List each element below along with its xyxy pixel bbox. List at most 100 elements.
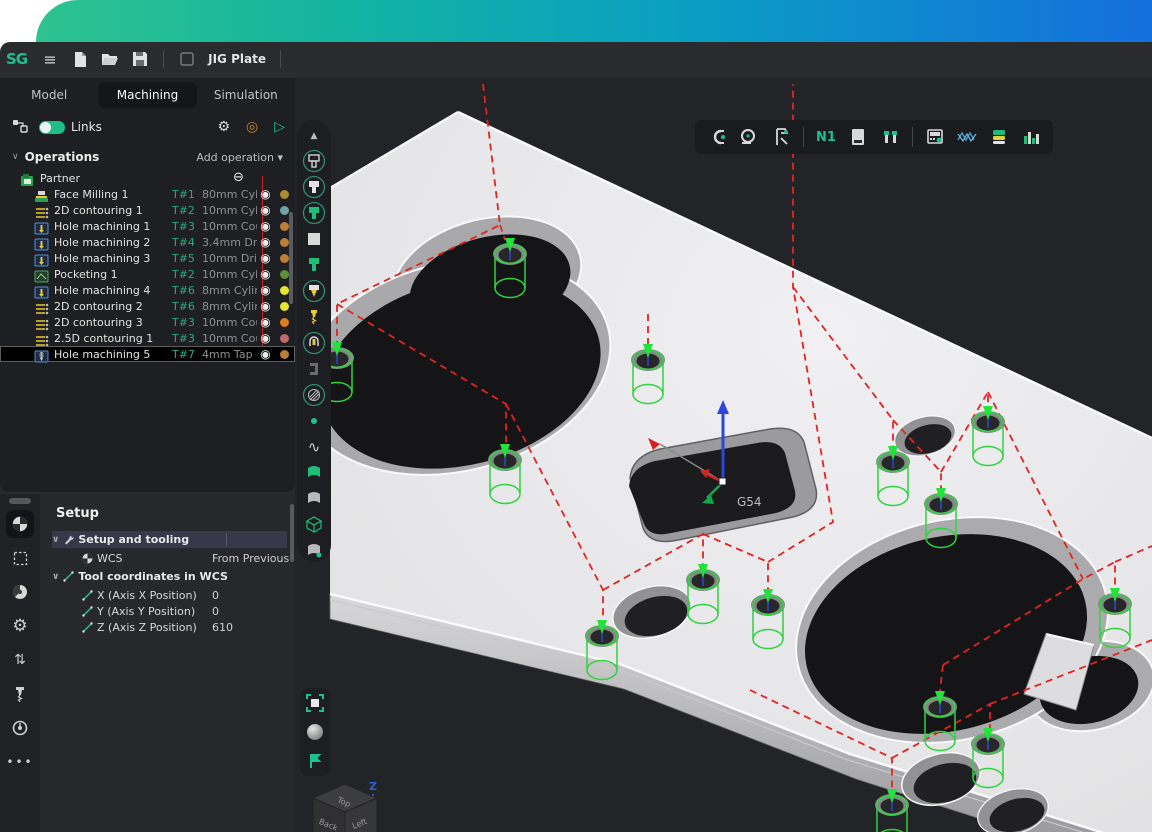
caliper-icon[interactable] — [767, 124, 795, 150]
setup-property-row[interactable]: WCS From Previous — [40, 550, 295, 566]
property-value[interactable]: From Previous — [212, 552, 289, 565]
setup-property-row[interactable]: Z (Axis Z Position)610 — [40, 619, 295, 635]
flag-marker-icon[interactable] — [302, 749, 328, 774]
tool-green-small-icon[interactable] — [301, 253, 327, 277]
operation-row[interactable]: Hole machining 1T#310mm Countersi◉ — [0, 218, 295, 234]
run-simulation-icon[interactable]: ▷ — [274, 119, 285, 135]
drill-small-icon[interactable] — [301, 305, 327, 329]
setup-scrollbar[interactable] — [290, 504, 294, 562]
operation-visibility-radio[interactable]: ◉ — [257, 316, 274, 328]
stock-square-icon[interactable] — [301, 227, 327, 251]
open-file-button[interactable] — [95, 47, 125, 71]
save-button[interactable] — [125, 47, 155, 71]
main-menu-button[interactable]: ≡ — [35, 47, 65, 71]
operation-visibility-radio[interactable]: ◉ — [257, 220, 274, 232]
setup-property-row[interactable]: Y (Axis Y Position)0 — [40, 603, 295, 619]
sphere-view-icon[interactable] — [302, 719, 328, 744]
tool-position-marker[interactable] — [875, 789, 909, 832]
operation-row[interactable]: Pocketing 1T#210mm Cylindrica◉ — [0, 266, 295, 282]
scroll-up-icon[interactable]: ▲ — [301, 124, 327, 147]
operation-visibility-radio[interactable]: ◉ — [257, 300, 274, 312]
setup-group-header[interactable]: ∨Tool coordinates in WCS — [52, 568, 287, 585]
operation-color-dot — [280, 302, 289, 311]
property-label: WCS — [97, 552, 123, 565]
measure-tape-icon[interactable] — [735, 124, 763, 150]
surface-gray-icon[interactable] — [301, 486, 327, 510]
patch-dot-icon[interactable] — [301, 538, 327, 562]
drill-tool-icon[interactable] — [6, 680, 34, 708]
links-graph-icon — [12, 118, 29, 137]
wcs-datum-icon[interactable] — [6, 510, 34, 538]
gcode-n1-icon[interactable]: N1 — [812, 124, 840, 150]
tool-holder-icon[interactable] — [301, 331, 327, 355]
operation-row[interactable]: Hole machining 5T#74mm Tap◉ — [0, 346, 295, 362]
operation-visibility-radio[interactable]: ◉ — [257, 252, 274, 264]
layer-stack-icon[interactable] — [985, 124, 1013, 150]
operation-visibility-radio[interactable]: ◉ — [257, 204, 274, 216]
toolpath-wave-icon[interactable] — [953, 124, 981, 150]
control-panel-icon[interactable] — [921, 124, 949, 150]
setup-property-row[interactable]: X (Axis X Position)0 — [40, 587, 295, 603]
tool-countersink-icon[interactable] — [301, 279, 327, 303]
surface-green-icon[interactable] — [301, 460, 327, 484]
recalc-icon[interactable]: ◎ — [246, 119, 258, 135]
group-visibility-badge[interactable]: ⊖ — [230, 172, 247, 184]
viewport-toolstrip: ▲∿ — [297, 120, 331, 562]
point-dot-icon[interactable] — [301, 409, 327, 433]
operation-visibility-radio[interactable]: ◉ — [257, 332, 274, 344]
operation-visibility-radio[interactable]: ◉ — [257, 348, 274, 360]
operation-visibility-radio[interactable]: ◉ — [257, 236, 274, 248]
disc-tool-icon[interactable] — [6, 578, 34, 606]
view-cube[interactable]: Top Back Left Z Y — [305, 780, 377, 832]
settings-gear-icon[interactable]: ⚙ — [6, 612, 34, 640]
add-operation-button[interactable]: Add operation ▾ — [196, 151, 283, 164]
contour-operation-icon — [34, 332, 49, 345]
operation-name: Face Milling 1 — [54, 188, 172, 201]
selection-region-icon[interactable] — [6, 544, 34, 572]
operation-row[interactable]: 2D contouring 1T#210mm Cylindrica◉ — [0, 202, 295, 218]
operations-settings-gear-icon[interactable]: ⚙ — [217, 119, 230, 135]
operation-row[interactable]: 2.5D contouring 1T#310mm Countersi◉ — [0, 330, 295, 346]
setup-group-header[interactable]: ∨Setup and tooling — [52, 531, 287, 548]
hatch-circle-icon[interactable] — [301, 383, 327, 407]
tool-outline-icon[interactable] — [301, 149, 327, 173]
property-value[interactable]: 0 — [212, 605, 219, 618]
new-file-button[interactable] — [65, 47, 95, 71]
property-value[interactable]: 610 — [212, 621, 233, 634]
operation-row[interactable]: Hole machining 3T#510mm Drill◉ — [0, 250, 295, 266]
page-icon[interactable] — [844, 124, 872, 150]
dock-handle[interactable] — [9, 498, 31, 504]
operations-scrollbar[interactable] — [289, 212, 293, 304]
bracket-icon[interactable] — [301, 357, 327, 381]
operation-row[interactable]: Face Milling 1T#180mm Cylindrica◉ — [0, 186, 295, 202]
tool-pair-icon[interactable] — [876, 124, 904, 150]
operation-row[interactable]: 2D contouring 3T#310mm Countersi◉ — [0, 314, 295, 330]
app-logo[interactable]: SG — [6, 50, 27, 68]
magnet-icon[interactable] — [703, 124, 731, 150]
curve-wave-icon[interactable]: ∿ — [301, 435, 327, 458]
property-value[interactable]: 0 — [212, 589, 219, 602]
operation-row[interactable]: Hole machining 2T#43.4mm Drill◉ — [0, 234, 295, 250]
stats-bars-icon[interactable] — [1017, 124, 1045, 150]
tab-simulation[interactable]: Simulation — [197, 82, 295, 108]
dial-gauge-icon[interactable] — [6, 714, 34, 742]
operations-collapse-chevron[interactable]: ∨ — [12, 152, 19, 162]
contour-operation-icon — [34, 300, 49, 313]
viewport-3d[interactable]: G54 Top Back Left Z Y ▲∿ N1 + ∨ — [295, 78, 1152, 832]
operation-row[interactable]: 2D contouring 2T#68mm Cylindrical◉ — [0, 298, 295, 314]
operation-visibility-radio[interactable]: ◉ — [257, 188, 274, 200]
mesh-grid-icon[interactable] — [301, 512, 327, 536]
tool-white-icon[interactable] — [301, 175, 327, 199]
tab-model[interactable]: Model — [0, 82, 98, 108]
operation-group-row[interactable]: Partner⊖ — [0, 170, 295, 186]
tab-machining[interactable]: Machining — [98, 82, 196, 108]
more-ellipsis-icon[interactable]: ••• — [6, 748, 34, 776]
fit-view-icon[interactable] — [302, 690, 328, 715]
operation-visibility-radio[interactable]: ◉ — [257, 284, 274, 296]
operation-color-dot — [280, 270, 289, 279]
tool-green-icon[interactable] — [301, 201, 327, 225]
operation-row[interactable]: Hole machining 4T#68mm Cylindrical◉ — [0, 282, 295, 298]
links-toggle[interactable] — [39, 121, 65, 134]
operation-visibility-radio[interactable]: ◉ — [257, 268, 274, 280]
transfer-arrows-icon[interactable]: ⇅ — [6, 646, 34, 674]
